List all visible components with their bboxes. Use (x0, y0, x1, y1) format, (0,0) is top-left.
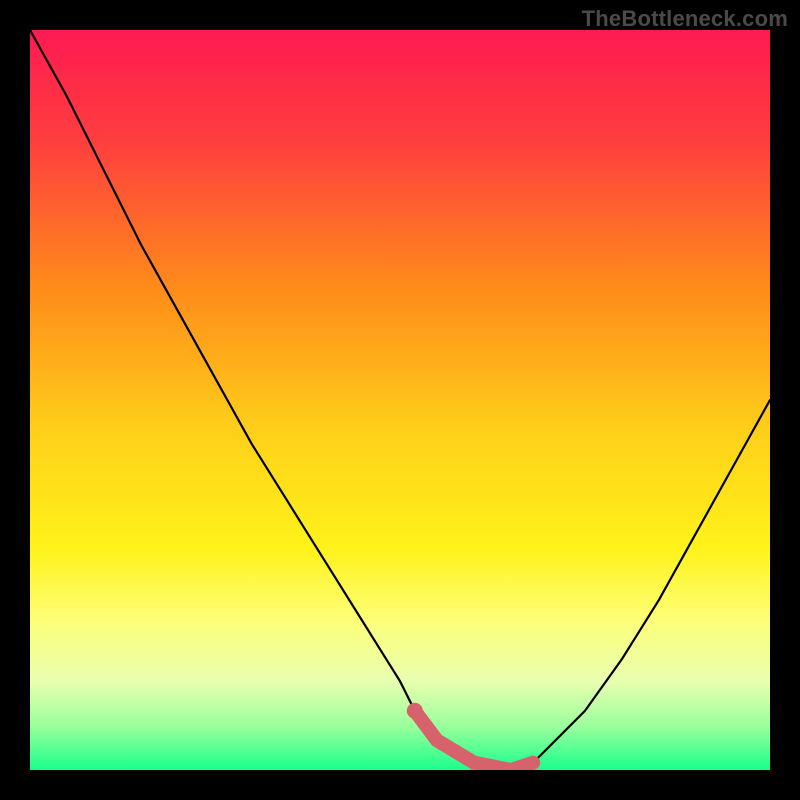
optimal-highlight (415, 711, 533, 770)
curve-layer (30, 30, 770, 770)
watermark-text: TheBottleneck.com (582, 6, 788, 32)
chart-container: TheBottleneck.com (0, 0, 800, 800)
plot-area (30, 30, 770, 770)
bottleneck-curve (30, 30, 770, 770)
optimal-highlight-dot (407, 703, 423, 719)
